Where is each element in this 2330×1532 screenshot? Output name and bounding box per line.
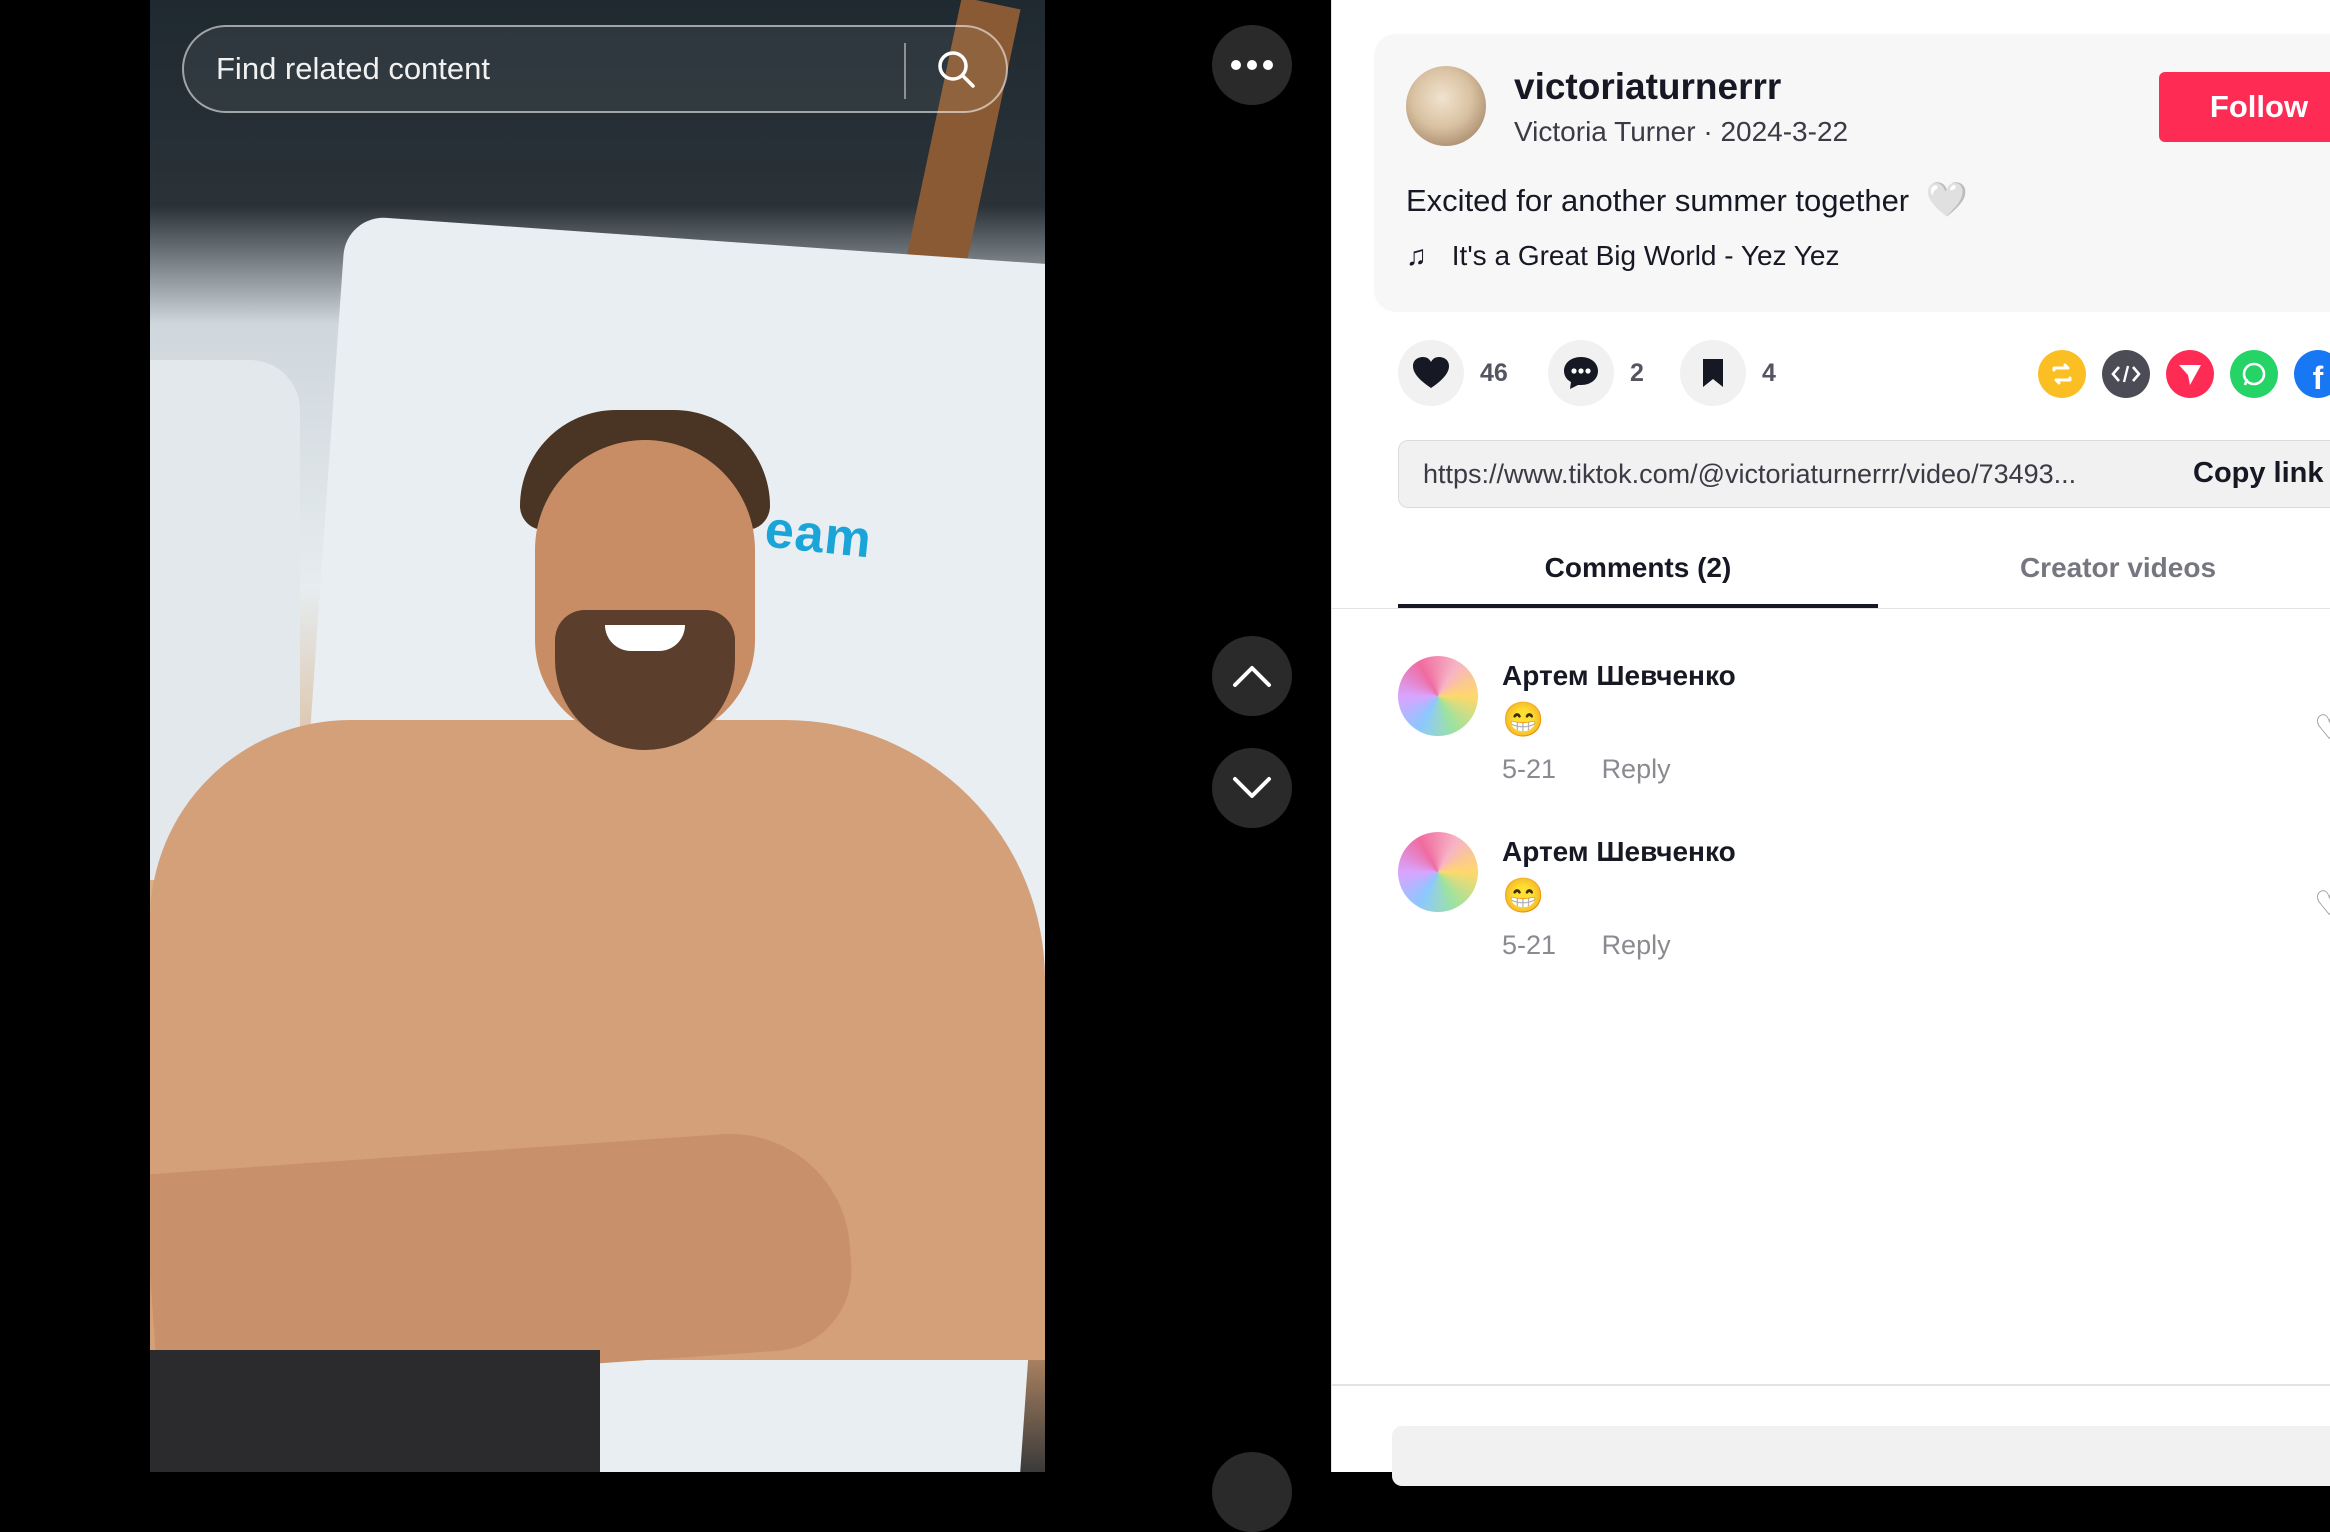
comment-meta: 5-21 Reply xyxy=(1502,930,1671,961)
chevron-up-icon xyxy=(1233,666,1271,687)
action-bar: 46 2 4 f xyxy=(1398,340,2330,410)
video-pane: eam Find related content xyxy=(0,0,1331,1532)
tab-creator-videos[interactable]: Creator videos xyxy=(1878,552,2330,584)
white-heart-icon: 🤍 xyxy=(1925,181,1969,219)
music-note-icon: ♫ xyxy=(1406,240,1427,271)
search-divider xyxy=(904,43,906,99)
comment-date: 5-21 xyxy=(1502,930,1557,960)
like-count: 46 xyxy=(1480,358,1508,387)
share-link-url: https://www.tiktok.com/@victoriaturnerrr… xyxy=(1423,459,2077,489)
more-dots-icon xyxy=(1231,60,1273,70)
video-control-button[interactable] xyxy=(1212,1452,1292,1532)
details-panel: victoriaturnerrr Victoria Turner · 2024-… xyxy=(1331,0,2330,1486)
music-title: It's a Great Big World - Yez Yez xyxy=(1451,240,1840,271)
save-button[interactable] xyxy=(1680,340,1746,406)
video-player[interactable]: eam xyxy=(150,0,1045,1472)
comment-count: 2 xyxy=(1630,358,1644,387)
video-towel-text: eam xyxy=(762,500,875,570)
bookmark-icon xyxy=(1703,359,1723,387)
comment-text: 😁 xyxy=(1502,701,1545,739)
previous-video-button[interactable] xyxy=(1212,636,1292,716)
comment-section-divider xyxy=(1332,1384,2330,1386)
post-caption: Excited for another summer together 🤍 xyxy=(1406,180,1968,220)
author-subline: Victoria Turner · 2024-3-22 xyxy=(1514,116,1849,147)
follow-button[interactable]: Follow xyxy=(2159,72,2330,142)
commenter-avatar[interactable] xyxy=(1398,656,1478,736)
repost-icon[interactable] xyxy=(2038,350,2086,398)
reply-button[interactable]: Reply xyxy=(1602,930,1671,960)
author-avatar[interactable] xyxy=(1406,66,1486,146)
next-video-button[interactable] xyxy=(1212,748,1292,828)
whatsapp-icon[interactable] xyxy=(2230,350,2278,398)
comment-bubble-icon xyxy=(1564,357,1598,389)
embed-icon[interactable] xyxy=(2102,350,2150,398)
like-action[interactable]: 46 xyxy=(1398,340,1508,406)
comment-meta: 5-21 Reply xyxy=(1502,754,1671,785)
heart-icon xyxy=(1413,357,1449,388)
comment-button[interactable] xyxy=(1548,340,1614,406)
search-placeholder: Find related content xyxy=(216,51,491,86)
comment-date: 5-21 xyxy=(1502,754,1557,784)
more-options-button[interactable] xyxy=(1212,25,1292,105)
like-button[interactable] xyxy=(1398,340,1464,406)
caption-text: Excited for another summer together xyxy=(1406,183,1910,218)
tab-bar: Comments (2) Creator videos xyxy=(1398,530,2330,610)
tab-divider xyxy=(1332,608,2330,609)
search-icon[interactable] xyxy=(934,47,978,91)
video-person-shorts xyxy=(150,1350,600,1472)
post-info-card: victoriaturnerrr Victoria Turner · 2024-… xyxy=(1374,34,2330,312)
commenter-name[interactable]: Артем Шевченко xyxy=(1502,836,1736,868)
comment-item: Артем Шевченко 😁 5-21 Reply ♡ xyxy=(1398,656,2330,806)
music-row[interactable]: ♫ It's a Great Big World - Yez Yez xyxy=(1406,240,1840,272)
facebook-icon[interactable]: f xyxy=(2294,350,2330,398)
add-comment-field[interactable] xyxy=(1392,1426,2330,1486)
share-link-box[interactable]: https://www.tiktok.com/@victoriaturnerrr… xyxy=(1398,440,2330,508)
comment-like-icon[interactable]: ♡ xyxy=(2314,884,2330,924)
commenter-avatar[interactable] xyxy=(1398,832,1478,912)
tab-comments[interactable]: Comments (2) xyxy=(1398,552,1878,584)
comment-like-icon[interactable]: ♡ xyxy=(2314,708,2330,748)
reply-button[interactable]: Reply xyxy=(1602,754,1671,784)
commenter-name[interactable]: Артем Шевченко xyxy=(1502,660,1736,692)
save-count: 4 xyxy=(1762,358,1776,387)
copy-link-button[interactable]: Copy link xyxy=(2193,457,2324,490)
comment-action[interactable]: 2 xyxy=(1548,340,1644,406)
chevron-down-icon xyxy=(1233,777,1271,798)
save-action[interactable]: 4 xyxy=(1680,340,1776,406)
comment-text: 😁 xyxy=(1502,877,1545,915)
send-icon[interactable] xyxy=(2166,350,2214,398)
author-username[interactable]: victoriaturnerrr xyxy=(1514,66,1781,108)
comment-item: Артем Шевченко 😁 5-21 Reply ♡ xyxy=(1398,832,2330,982)
search-input[interactable]: Find related content xyxy=(182,25,1008,113)
